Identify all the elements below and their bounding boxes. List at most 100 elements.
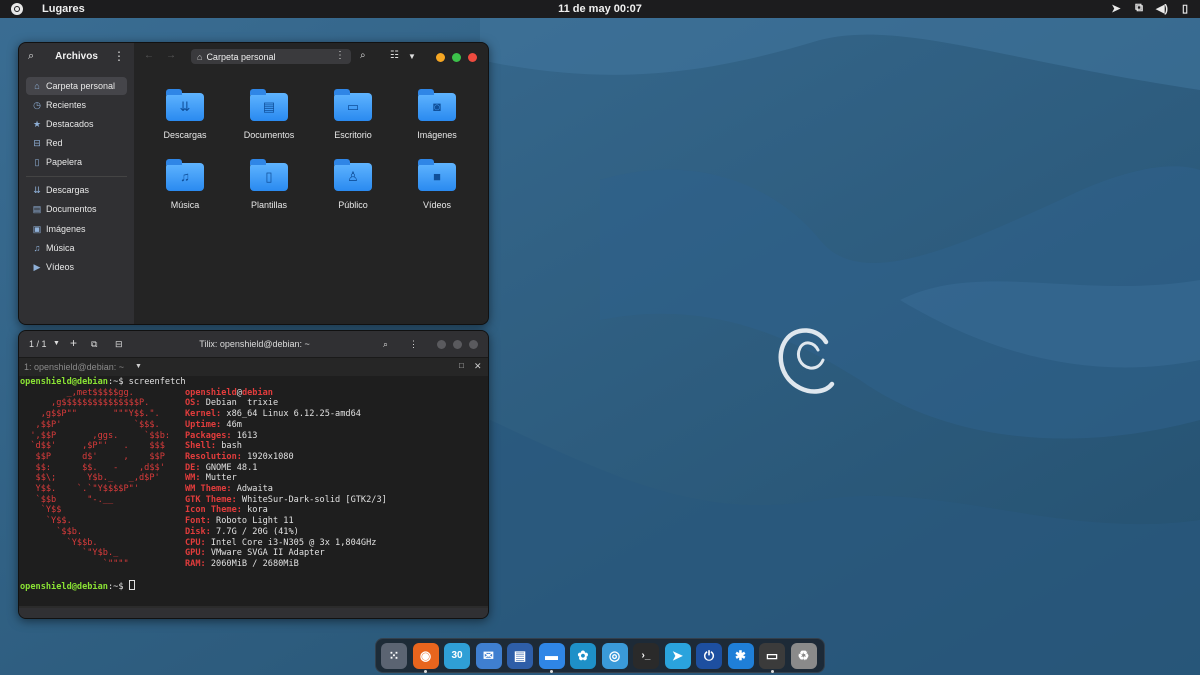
maximize-terminal-icon[interactable]: □ <box>459 361 464 370</box>
path-menu-icon[interactable]: ⋮ <box>335 50 345 61</box>
settings-toggle-icon[interactable]: ⏻ <box>696 643 722 669</box>
folder-escritorio[interactable]: ▭ Escritorio <box>311 83 395 149</box>
sidebar-header: ⌕ Archivos ⋮ <box>19 43 134 71</box>
ascii-art-line: ,g$$$$$$$$$$$$$$$P. <box>20 398 150 409</box>
terminal-output[interactable]: openshield@debian:~$ screenfetch _,met$$… <box>19 376 488 606</box>
ascii-art-line: `Y$$b. <box>20 537 98 548</box>
gnome-extensions-icon[interactable]: ✿ <box>570 643 596 669</box>
trash-icon[interactable]: ♻ <box>790 643 817 669</box>
forward-arrow-icon[interactable]: → <box>166 50 176 61</box>
terminal-tab-bar: 1: openshield@debian: ~ ▼ □ ✕ <box>19 357 488 376</box>
telegram-tray-icon[interactable]: ➤ <box>1109 2 1123 15</box>
path-bar[interactable]: ⌂ Carpeta personal ⋮ <box>191 49 351 64</box>
back-arrow-icon[interactable]: ← <box>144 50 154 61</box>
main-menu-icon[interactable]: ⋮ <box>113 49 125 63</box>
app-grid-icon[interactable]: ⁙ <box>381 643 407 669</box>
recent-icon: ◷ <box>33 100 41 110</box>
ascii-art-line: $$: $$. - ,d$$' <box>20 462 165 473</box>
extension-manager-icon[interactable]: ✱ <box>727 643 754 669</box>
prompt-line: openshield@debian:~$ <box>20 580 135 593</box>
sidebar-item-documents[interactable]: ▤ Documentos <box>26 200 127 218</box>
info-line: RAM: 2060MiB / 2680MiB <box>185 558 299 569</box>
ascii-art-line: ,g$$P"" """Y$$.". <box>20 409 160 420</box>
mail-icon[interactable]: ✉ <box>475 643 502 669</box>
trash-icon: ▯ <box>34 157 40 167</box>
info-line: Icon Theme: kora <box>185 505 268 516</box>
desktop-folder-icon: ▭ <box>334 89 372 121</box>
clock[interactable]: 11 de may 00:07 <box>0 3 1200 15</box>
tab-chevron-icon[interactable]: ▼ <box>135 363 142 370</box>
sidebar-item-starred[interactable]: ★ Destacados <box>26 115 127 133</box>
running-indicator <box>770 670 774 673</box>
close-button[interactable] <box>468 53 477 62</box>
folder-plantillas[interactable]: ▯ Plantillas <box>227 153 311 219</box>
terminal-icon[interactable]: ›_ <box>633 643 659 669</box>
view-list-icon[interactable]: ☷ <box>390 50 399 61</box>
sidebar-item-music[interactable]: ♫ Música <box>26 239 127 257</box>
terminal-tab-label[interactable]: 1: openshield@debian: ~ <box>24 362 124 372</box>
maximize-button[interactable] <box>453 340 462 349</box>
folder-descargas[interactable]: ⇊ Descargas <box>143 83 227 149</box>
ascii-art-line: `Y$$ <box>20 505 62 516</box>
music-folder-icon: ♫ <box>166 159 204 191</box>
help-icon[interactable]: ◎ <box>601 643 628 669</box>
info-line: Uptime: 46m <box>185 419 242 430</box>
close-button[interactable] <box>469 340 478 349</box>
files-icon[interactable]: ▬ <box>538 643 565 669</box>
ascii-art-line: Y$$. `.`"Y$$$$P"' <box>20 484 139 494</box>
folder-imagenes[interactable]: ◙ Imágenes <box>395 83 479 149</box>
close-terminal-icon[interactable]: ✕ <box>474 361 482 372</box>
videos-folder-icon: ■ <box>418 159 456 191</box>
folder-publico[interactable]: ♙ Público <box>311 153 395 219</box>
folder-label: Plantillas <box>250 200 288 210</box>
documents-folder-icon: ▤ <box>250 89 288 121</box>
folder-label: Escritorio <box>334 130 372 140</box>
running-indicator <box>550 670 553 673</box>
text-editor-icon[interactable]: ▤ <box>507 643 533 669</box>
minimize-button[interactable] <box>437 340 446 349</box>
battery-icon[interactable]: ▯ <box>1178 2 1192 15</box>
view-options-chevron-icon[interactable]: ▼ <box>408 52 416 61</box>
folder-videos[interactable]: ■ Vídeos <box>395 153 479 219</box>
ascii-art-line: `d$$' ,$P"' . $$$ <box>20 441 165 452</box>
system-tray[interactable]: ➤ ⧉ ◀) ▯ <box>1109 2 1192 15</box>
home-icon: ⌂ <box>197 51 203 62</box>
tilix-icon[interactable]: ▭ <box>759 643 785 669</box>
sidebar-item-label: Documentos <box>46 204 97 214</box>
terminal-footer <box>19 608 488 618</box>
download-icon: ⇊ <box>33 185 41 195</box>
info-line: GPU: VMware SVGA II Adapter <box>185 548 325 559</box>
document-icon: ▤ <box>32 204 42 214</box>
calendar-icon[interactable]: 30 <box>444 643 470 669</box>
sidebar-item-label: Red <box>46 138 63 148</box>
info-line: Resolution: 1920x1080 <box>185 451 294 462</box>
find-icon[interactable]: ⌕ <box>383 339 388 350</box>
folder-label: Vídeos <box>422 200 452 210</box>
sidebar-item-pictures[interactable]: ▣ Imágenes <box>26 220 127 238</box>
sidebar-item-recent[interactable]: ◷ Recientes <box>26 96 127 114</box>
ascii-art-line: `$$b "-.__ <box>20 494 114 505</box>
ascii-art-line: $$\; Y$b._ _,d$P' <box>20 473 160 484</box>
info-line: Shell: bash <box>185 441 242 452</box>
volume-icon[interactable]: ◀) <box>1155 2 1169 15</box>
maximize-button[interactable] <box>452 53 461 62</box>
folder-documentos[interactable]: ▤ Documentos <box>227 83 311 149</box>
minimize-button[interactable] <box>436 53 445 62</box>
network-icon[interactable]: ⧉ <box>1132 2 1146 15</box>
telegram-app-icon[interactable]: ➤ <box>664 643 691 669</box>
sidebar-item-label: Papelera <box>46 157 83 167</box>
sidebar-item-downloads[interactable]: ⇊ Descargas <box>26 181 127 199</box>
sidebar-item-trash[interactable]: ▯ Papelera <box>26 153 127 171</box>
terminal-headerbar: 1 / 1 ▼ + ⧉ ⊟ Tilix: openshield@debian: … <box>19 331 488 357</box>
firefox-icon[interactable]: ◉ <box>412 643 439 669</box>
terminal-menu-icon[interactable]: ⋮ <box>409 339 418 350</box>
sidebar-item-videos[interactable]: ▶ Vídeos <box>26 258 127 276</box>
image-icon: ▣ <box>32 224 42 234</box>
sidebar-item-network[interactable]: ⊟ Red <box>26 134 127 152</box>
search-folder-icon[interactable]: ⌕ <box>360 50 366 61</box>
ascii-art-line: `"""" <box>20 558 129 569</box>
sidebar-item-home[interactable]: ⌂ Carpeta personal <box>26 77 127 95</box>
info-header: openshield@debian <box>185 387 273 398</box>
info-line: WM: Mutter <box>185 473 237 484</box>
folder-musica[interactable]: ♫ Música <box>143 153 227 219</box>
